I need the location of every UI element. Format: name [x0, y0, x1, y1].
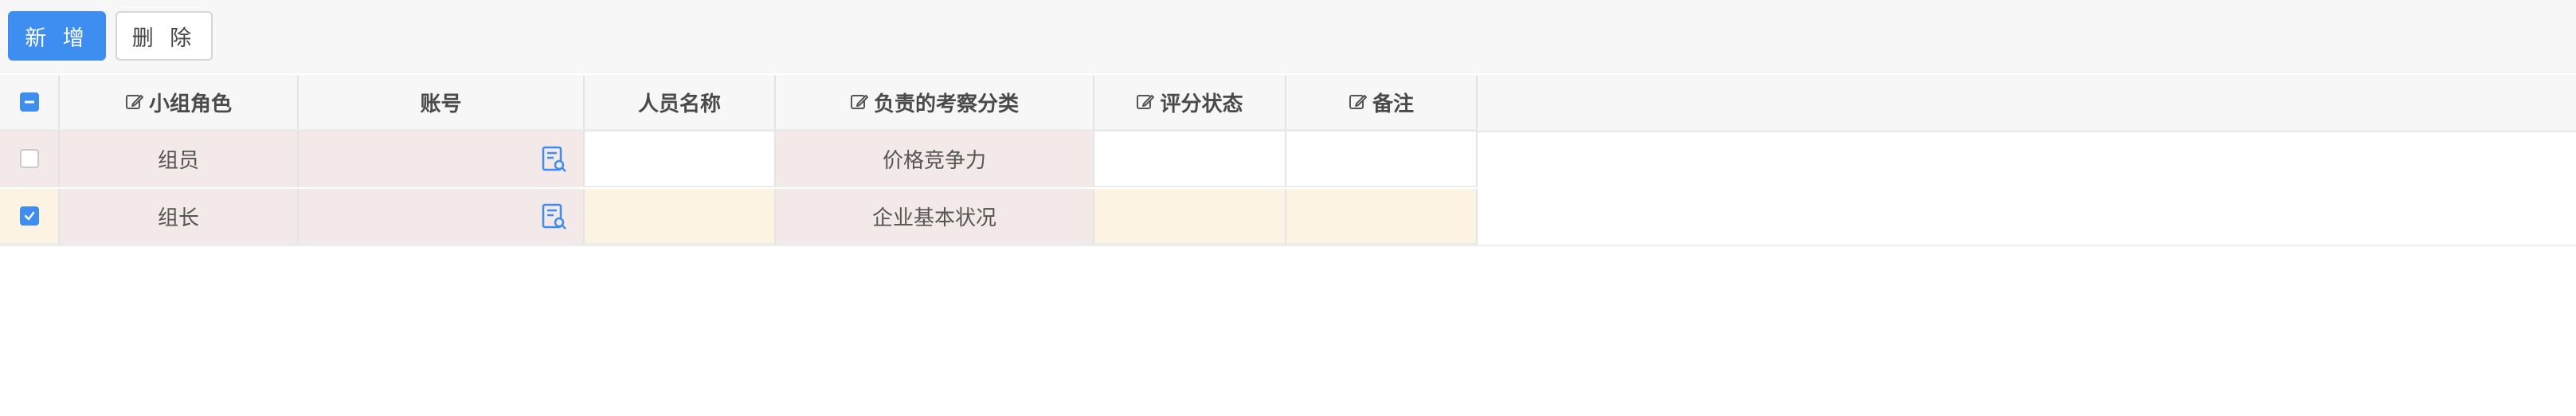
- column-label: 小组角色: [148, 92, 232, 116]
- column-label: 评分状态: [1160, 92, 1243, 116]
- row-select-cell[interactable]: [0, 189, 60, 245]
- checkmark-icon: [24, 211, 34, 221]
- edit-icon: [1349, 95, 1367, 109]
- column-label: 人员名称: [637, 92, 721, 116]
- role-cell[interactable]: 组员: [60, 131, 299, 187]
- column-header-name[interactable]: 人员名称: [585, 75, 776, 131]
- toolbar: 新 增 删 除: [0, 0, 2576, 73]
- role-cell[interactable]: 组长: [60, 189, 299, 245]
- row-checkbox[interactable]: [19, 149, 39, 168]
- table-row[interactable]: 组员 价格竞争力: [0, 131, 2576, 187]
- search-document-icon[interactable]: [542, 146, 567, 173]
- header-select-all[interactable]: [0, 75, 60, 131]
- search-document-icon[interactable]: [542, 203, 567, 230]
- name-cell[interactable]: [585, 131, 776, 187]
- column-label: 备注: [1372, 92, 1414, 116]
- column-header-category[interactable]: 负责的考察分类: [776, 75, 1094, 131]
- column-header-remark[interactable]: 备注: [1286, 75, 1478, 131]
- column-header-status[interactable]: 评分状态: [1094, 75, 1286, 131]
- category-cell[interactable]: 企业基本状况: [776, 189, 1094, 245]
- column-label: 负责的考察分类: [873, 92, 1019, 116]
- add-button[interactable]: 新 增: [8, 11, 106, 61]
- account-cell[interactable]: [299, 131, 585, 187]
- account-cell[interactable]: [299, 189, 585, 245]
- row-checkbox[interactable]: [19, 206, 39, 226]
- column-header-role[interactable]: 小组角色: [60, 75, 299, 131]
- select-all-checkbox[interactable]: [19, 92, 39, 112]
- edit-icon: [1137, 95, 1155, 109]
- table-row[interactable]: 组长 企业基本状况: [0, 189, 2576, 246]
- delete-button[interactable]: 删 除: [115, 11, 213, 61]
- name-cell[interactable]: [585, 189, 776, 245]
- edit-icon: [125, 95, 143, 109]
- column-label: 账号: [420, 92, 462, 116]
- minus-icon: [24, 100, 34, 104]
- remark-cell[interactable]: [1286, 131, 1478, 187]
- category-cell[interactable]: 价格竞争力: [776, 131, 1094, 187]
- table-header: 小组角色 账号 人员名称 负责的考察分类 评分状态 备注: [0, 75, 2576, 132]
- edit-icon: [850, 95, 868, 109]
- remark-cell[interactable]: [1286, 189, 1478, 245]
- status-cell[interactable]: [1094, 131, 1286, 187]
- row-select-cell[interactable]: [0, 131, 60, 187]
- column-header-account[interactable]: 账号: [299, 75, 585, 131]
- status-cell[interactable]: [1094, 189, 1286, 245]
